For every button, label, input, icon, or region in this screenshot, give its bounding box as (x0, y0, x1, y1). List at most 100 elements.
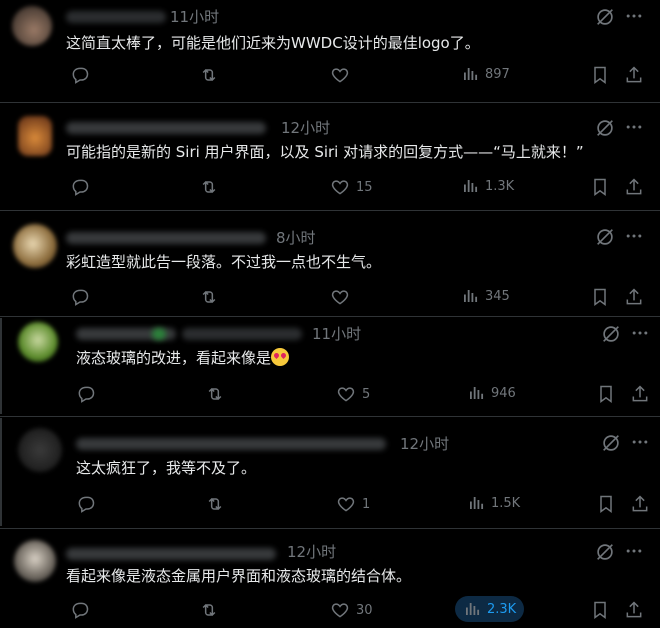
avatar[interactable] (14, 540, 56, 582)
post[interactable]: 12小时 可能指的是新的 Siri 用户界面，以及 Siri 对请求的回复方式—… (0, 104, 660, 208)
bookmark-button[interactable] (596, 494, 616, 514)
username-blurred[interactable] (152, 328, 166, 340)
avatar[interactable] (18, 428, 62, 472)
bookmark-button[interactable] (590, 65, 610, 85)
views-icon (467, 494, 485, 512)
views-button[interactable]: 897 (461, 65, 510, 83)
post[interactable]: 11小时 这简直太棒了，可能是他们近来为WWDC设计的最佳logo了。 897 (0, 0, 660, 100)
reply-button[interactable] (70, 177, 90, 197)
more-icon[interactable] (624, 6, 644, 26)
repost-button[interactable] (199, 65, 219, 85)
heart-icon (330, 287, 350, 307)
bookmark-button[interactable] (590, 177, 610, 197)
bookmark-icon (590, 65, 610, 85)
divider (0, 416, 660, 417)
grok-icon[interactable] (594, 117, 616, 139)
more-icon[interactable] (624, 226, 644, 246)
username-blurred[interactable] (66, 122, 266, 134)
views-button[interactable]: 2.3K (455, 596, 525, 622)
grok-icon[interactable] (594, 541, 616, 563)
reply-icon (76, 384, 96, 404)
reply-icon (70, 177, 90, 197)
reply-icon (70, 600, 90, 620)
like-count: 30 (356, 602, 373, 618)
grok-icon[interactable] (594, 226, 616, 248)
reply-button[interactable] (76, 494, 96, 514)
repost-button[interactable] (205, 384, 225, 404)
like-button[interactable]: 5 (336, 384, 370, 404)
repost-button[interactable] (199, 177, 219, 197)
views-button[interactable]: 345 (461, 287, 510, 305)
divider (0, 528, 660, 529)
reply-button[interactable] (76, 384, 96, 404)
username-blurred[interactable] (66, 11, 166, 23)
bookmark-button[interactable] (596, 384, 616, 404)
like-button[interactable]: 1 (336, 494, 370, 514)
reply-button[interactable] (70, 600, 90, 620)
avatar[interactable] (18, 116, 52, 156)
avatar[interactable] (13, 224, 57, 268)
repost-button[interactable] (199, 600, 219, 620)
post[interactable]: 12小时 看起来像是液态金属用户界面和液态玻璃的结合体。 30 2.3K (0, 530, 660, 628)
like-button[interactable] (330, 287, 356, 307)
views-button[interactable]: 1.3K (461, 177, 514, 195)
more-icon[interactable] (630, 432, 650, 452)
like-count: 5 (362, 386, 371, 402)
share-button[interactable] (624, 600, 644, 620)
grok-icon[interactable] (600, 432, 622, 454)
username-blurred[interactable] (66, 548, 276, 560)
bookmark-button[interactable] (590, 287, 610, 307)
heart-icon (330, 177, 350, 197)
more-icon[interactable] (630, 323, 650, 343)
reply-icon (76, 494, 96, 514)
share-button[interactable] (624, 177, 644, 197)
username-blurred[interactable] (76, 438, 386, 450)
post-text-content: 液态玻璃的改进，看起来像是 (76, 349, 272, 367)
post-time: 8小时 (276, 229, 316, 247)
repost-icon (205, 384, 225, 404)
post[interactable]: 8小时 彩虹造型就此告一段落。不过我一点也不生气。 345 (0, 212, 660, 314)
username-blurred[interactable] (66, 232, 266, 244)
view-count: 946 (491, 385, 516, 401)
heart-icon (336, 384, 356, 404)
view-count: 345 (485, 288, 510, 304)
grok-icon[interactable] (600, 323, 622, 345)
share-button[interactable] (630, 494, 650, 514)
heart-icon (330, 600, 350, 620)
bookmark-button[interactable] (590, 600, 610, 620)
grok-icon[interactable] (594, 6, 616, 28)
repost-icon (199, 287, 219, 307)
views-button[interactable]: 1.5K (467, 494, 520, 512)
post-text: 这简直太棒了，可能是他们近来为WWDC设计的最佳logo了。 (66, 34, 480, 52)
views-icon (461, 287, 479, 305)
avatar[interactable] (12, 6, 52, 46)
views-button[interactable]: 946 (467, 384, 516, 402)
share-button[interactable] (624, 65, 644, 85)
reply-icon (70, 65, 90, 85)
divider (0, 316, 660, 317)
avatar[interactable] (18, 322, 58, 362)
post-time: 12小时 (400, 435, 450, 453)
bookmark-icon (590, 600, 610, 620)
repost-button[interactable] (205, 494, 225, 514)
share-button[interactable] (630, 384, 650, 404)
like-button[interactable]: 15 (330, 177, 373, 197)
share-icon (630, 494, 650, 514)
more-icon[interactable] (624, 117, 644, 137)
bookmark-icon (590, 177, 610, 197)
share-icon (624, 287, 644, 307)
like-button[interactable]: 30 (330, 600, 373, 620)
post-text: 看起来像是液态金属用户界面和液态玻璃的结合体。 (66, 567, 412, 585)
share-button[interactable] (624, 287, 644, 307)
post[interactable]: 11小时 液态玻璃的改进，看起来像是 5 946 (0, 318, 660, 414)
reply-button[interactable] (70, 287, 90, 307)
username-blurred[interactable] (182, 328, 302, 340)
bookmark-icon (596, 494, 616, 514)
repost-button[interactable] (199, 287, 219, 307)
reply-button[interactable] (70, 65, 90, 85)
like-button[interactable] (330, 65, 356, 85)
more-icon[interactable] (624, 541, 644, 561)
reply-icon (70, 287, 90, 307)
post[interactable]: 12小时 这太疯狂了，我等不及了。 1 1.5K (0, 418, 660, 526)
heart-icon (336, 494, 356, 514)
